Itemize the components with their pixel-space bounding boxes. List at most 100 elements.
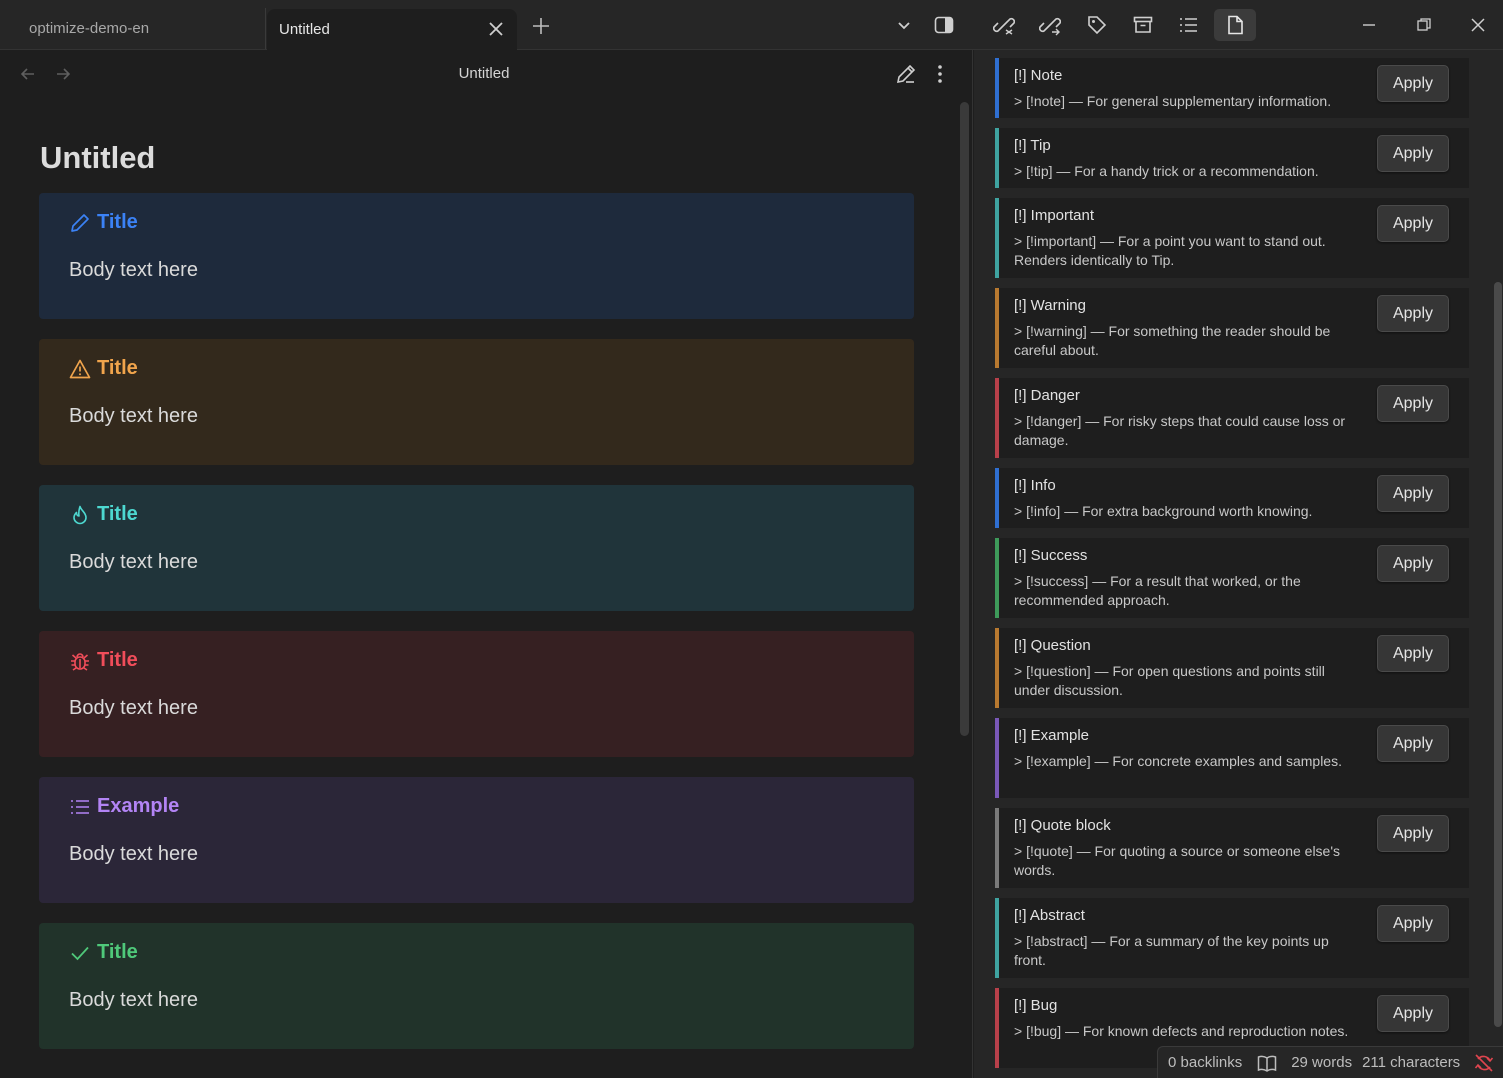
callout-body: Body text here [69, 843, 198, 865]
file-icon[interactable] [1214, 9, 1256, 41]
sidebar-toggle-icon[interactable] [931, 12, 957, 38]
tab-untitled[interactable]: Untitled [267, 9, 517, 50]
window-close-icon[interactable] [1465, 12, 1491, 38]
list-icon [71, 799, 89, 814]
callout-note[interactable]: Title Body text here [39, 193, 914, 319]
edit-pencil-icon[interactable] [894, 62, 918, 86]
template-description: > [!info] — For extra background worth k… [1014, 503, 1313, 519]
archive-icon[interactable] [1130, 12, 1156, 38]
callout-title: Example [97, 795, 180, 817]
callout-body: Body text here [69, 551, 198, 573]
callout-title: Title [97, 649, 138, 671]
callout-body: Body text here [69, 989, 198, 1011]
callout-tip[interactable]: Title Body text here [39, 485, 914, 611]
editor-pane: Untitled Untitled Title Body text here T… [0, 50, 973, 1078]
outline-list-icon[interactable] [1176, 12, 1202, 38]
word-count: 29 words [1291, 1054, 1353, 1071]
more-options-icon[interactable] [930, 62, 950, 86]
apply-button[interactable]: Apply [1377, 475, 1449, 512]
template-name: [!] Danger [1014, 387, 1080, 404]
pencil-icon [71, 213, 89, 232]
template-name: [!] Important [1014, 207, 1095, 224]
template-item-warning: [!] Warning > [!warning] — For something… [995, 288, 1469, 368]
apply-button[interactable]: Apply [1377, 135, 1449, 172]
template-description: > [!warning] — For something the reader … [1014, 323, 1331, 358]
view-header-title[interactable]: Untitled [0, 65, 968, 82]
callout-success[interactable]: Title Body text here [39, 923, 914, 1049]
close-icon[interactable] [487, 20, 505, 38]
warning-icon [69, 359, 91, 378]
template-description: > [!question] — For open questions and p… [1014, 663, 1325, 698]
new-tab-plus-icon[interactable] [530, 15, 552, 37]
callout-header: Title [69, 503, 138, 526]
callout-warning[interactable]: Title Body text here [39, 339, 914, 465]
template-item-success: [!] Success > [!success] — For a result … [995, 538, 1469, 618]
callout-example[interactable]: Example Body text here [39, 777, 914, 903]
backlinks-count[interactable]: 0 backlinks [1168, 1054, 1242, 1071]
template-item-info: [!] Info > [!info] — For extra backgroun… [995, 468, 1469, 528]
flame-icon [73, 505, 87, 524]
apply-button[interactable]: Apply [1377, 205, 1449, 242]
apply-button[interactable]: Apply [1377, 385, 1449, 422]
template-item-tip: [!] Tip > [!tip] — For a handy trick or … [995, 128, 1469, 188]
callout-body: Body text here [69, 697, 198, 719]
template-item-example: [!] Example > [!example] — For concrete … [995, 718, 1469, 798]
callout-body: Body text here [69, 405, 198, 427]
backlink-icon[interactable] [991, 12, 1017, 38]
tag-icon[interactable] [1084, 12, 1110, 38]
apply-button[interactable]: Apply [1377, 635, 1449, 672]
check-icon [71, 946, 89, 960]
apply-button[interactable]: Apply [1377, 995, 1449, 1032]
callout-header: Title [69, 649, 138, 672]
template-item-note: [!] Note > [!note] — For general supplem… [995, 58, 1469, 118]
template-item-abstract: [!] Abstract > [!abstract] — For a summa… [995, 898, 1469, 978]
template-description: > [!important] — For a point you want to… [1014, 233, 1326, 268]
status-bar: 0 backlinks 29 words 211 characters [1157, 1046, 1503, 1078]
sync-disabled-icon[interactable] [1474, 1053, 1494, 1073]
callout-title: Title [97, 211, 138, 233]
template-name: [!] Note [1014, 67, 1063, 84]
apply-button[interactable]: Apply [1377, 815, 1449, 852]
apply-button[interactable]: Apply [1377, 905, 1449, 942]
template-description: > [!abstract] — For a summary of the key… [1014, 933, 1329, 968]
apply-button[interactable]: Apply [1377, 725, 1449, 762]
template-description: > [!tip] — For a handy trick or a recomm… [1014, 163, 1319, 179]
template-name: [!] Quote block [1014, 817, 1111, 834]
apply-button[interactable]: Apply [1377, 545, 1449, 582]
apply-button[interactable]: Apply [1377, 295, 1449, 332]
callout-header: Title [69, 357, 138, 380]
template-item-danger: [!] Danger > [!danger] — For risky steps… [995, 378, 1469, 458]
template-name: [!] Bug [1014, 997, 1058, 1014]
editor-scrollbar[interactable] [960, 102, 969, 736]
callout-body: Body text here [69, 259, 198, 281]
note-title[interactable]: Untitled [40, 140, 155, 176]
tab-bar: optimize-demo-en Untitled [0, 0, 1503, 50]
template-item-quote: [!] Quote block > [!quote] — For quoting… [995, 808, 1469, 888]
template-name: [!] Abstract [1014, 907, 1085, 924]
tab-label: Untitled [279, 21, 330, 38]
template-name: [!] Tip [1014, 137, 1051, 154]
minimize-icon[interactable] [1356, 12, 1382, 38]
template-item-question: [!] Question > [!question] — For open qu… [995, 628, 1469, 708]
template-description: > [!note] — For general supplementary in… [1014, 93, 1332, 109]
callout-bug[interactable]: Title Body text here [39, 631, 914, 757]
panel-scrollbar[interactable] [1494, 282, 1502, 1027]
template-name: [!] Warning [1014, 297, 1086, 314]
book-icon[interactable] [1257, 1054, 1277, 1072]
tab-optimize-demo[interactable]: optimize-demo-en [0, 8, 266, 49]
template-description: > [!example] — For concrete examples and… [1014, 753, 1342, 769]
outgoing-link-icon[interactable] [1037, 12, 1063, 38]
callout-title: Title [97, 503, 138, 525]
callout-header: Example [69, 795, 179, 818]
template-description: > [!danger] — For risky steps that could… [1014, 413, 1346, 448]
character-count: 211 characters [1362, 1054, 1461, 1071]
template-name: [!] Success [1014, 547, 1088, 564]
template-description: > [!quote] — For quoting a source or som… [1014, 843, 1341, 878]
apply-button[interactable]: Apply [1377, 65, 1449, 102]
template-name: [!] Example [1014, 727, 1090, 744]
template-description: > [!success] — For a result that worked,… [1014, 573, 1301, 608]
app-window: optimize-demo-en Untitled Untitled Untit… [0, 0, 1503, 1078]
template-description: > [!bug] — For known defects and reprodu… [1014, 1023, 1349, 1039]
chevron-down-icon[interactable] [891, 12, 917, 38]
restore-icon[interactable] [1411, 12, 1437, 38]
